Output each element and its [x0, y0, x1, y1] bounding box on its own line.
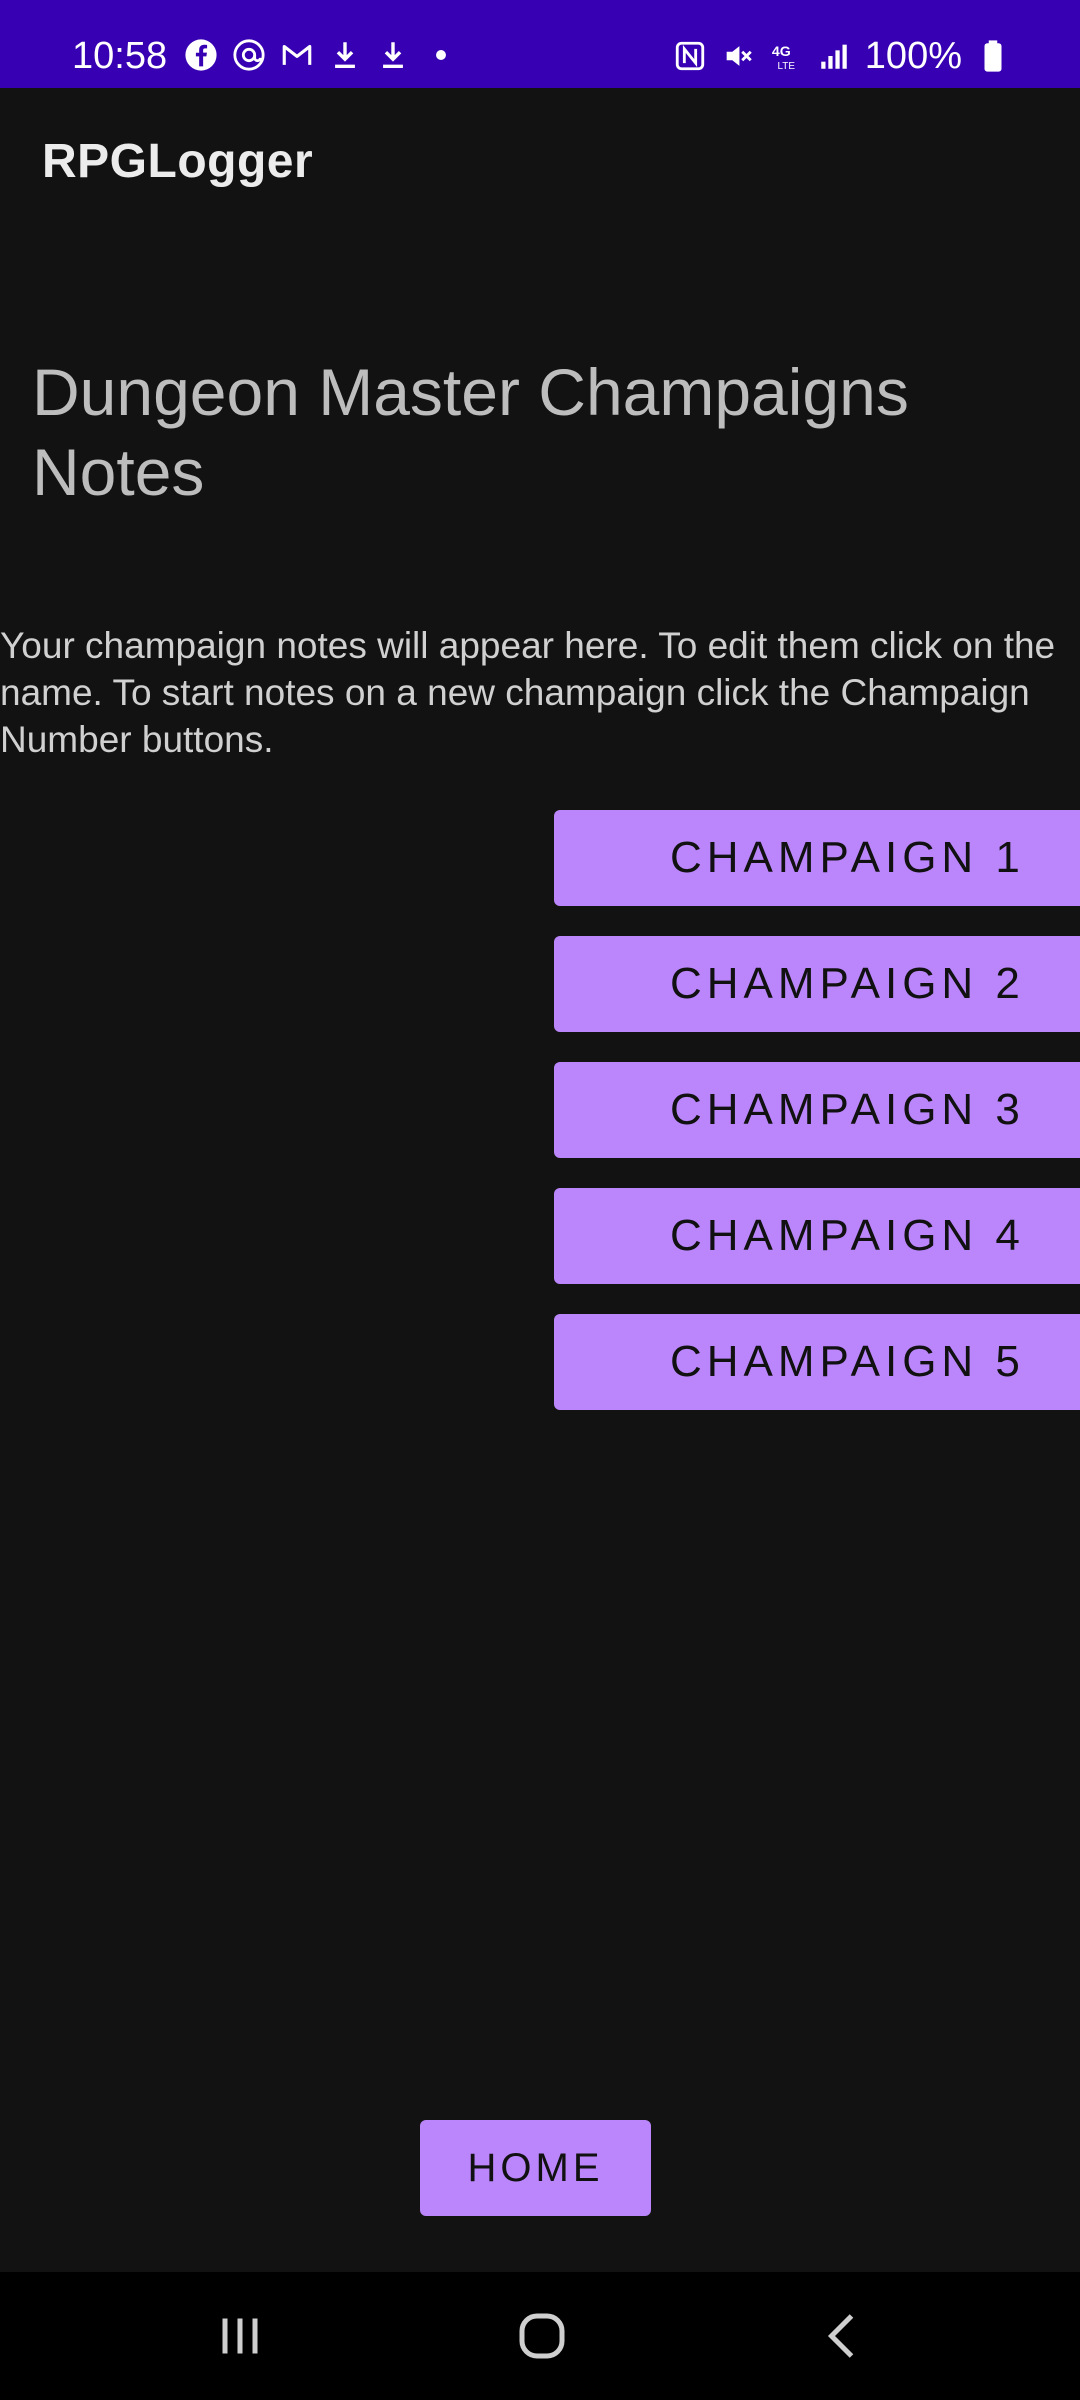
gmail-icon: [280, 38, 314, 72]
mute-icon: [721, 39, 755, 73]
status-time: 10:58: [72, 35, 168, 77]
battery-percent: 100%: [864, 35, 962, 77]
page-heading: Dungeon Master Champaigns Notes: [32, 355, 909, 509]
battery-icon: [976, 39, 1010, 73]
campaign-1-button[interactable]: CHAMPAIGN 1: [554, 810, 1080, 906]
dot-icon: [424, 38, 458, 72]
notification-icons: [184, 38, 458, 72]
svg-text:LTE: LTE: [777, 61, 795, 72]
campaign-4-button[interactable]: CHAMPAIGN 4: [554, 1188, 1080, 1284]
back-icon[interactable]: [784, 2296, 904, 2376]
4g-lte-icon: 4G LTE: [769, 39, 803, 73]
download-icon: [328, 38, 362, 72]
nfc-icon: [673, 39, 707, 73]
campaign-button-list: CHAMPAIGN 1 CHAMPAIGN 2 CHAMPAIGN 3 CHAM…: [554, 810, 1080, 1440]
recents-icon[interactable]: [180, 2296, 300, 2376]
status-bar: 10:58 4G LTE 100%: [0, 0, 1080, 88]
app-title: RPGLogger: [42, 135, 314, 188]
threads-icon: [232, 38, 266, 72]
campaign-2-button[interactable]: CHAMPAIGN 2: [554, 936, 1080, 1032]
download-icon: [376, 38, 410, 72]
svg-text:4G: 4G: [772, 44, 791, 60]
campaign-5-button[interactable]: CHAMPAIGN 5: [554, 1314, 1080, 1410]
signal-icon: [817, 39, 851, 73]
home-button[interactable]: HOME: [420, 2120, 651, 2216]
campaign-3-button[interactable]: CHAMPAIGN 3: [554, 1062, 1080, 1158]
intro-text: Your champaign notes will appear here. T…: [0, 625, 1056, 760]
facebook-icon: [184, 38, 218, 72]
system-status-icons: 4G LTE 100%: [673, 34, 1010, 78]
home-icon[interactable]: [482, 2296, 602, 2376]
navigation-bar: [0, 2272, 1080, 2400]
app-bar: RPGLogger: [0, 88, 1080, 238]
